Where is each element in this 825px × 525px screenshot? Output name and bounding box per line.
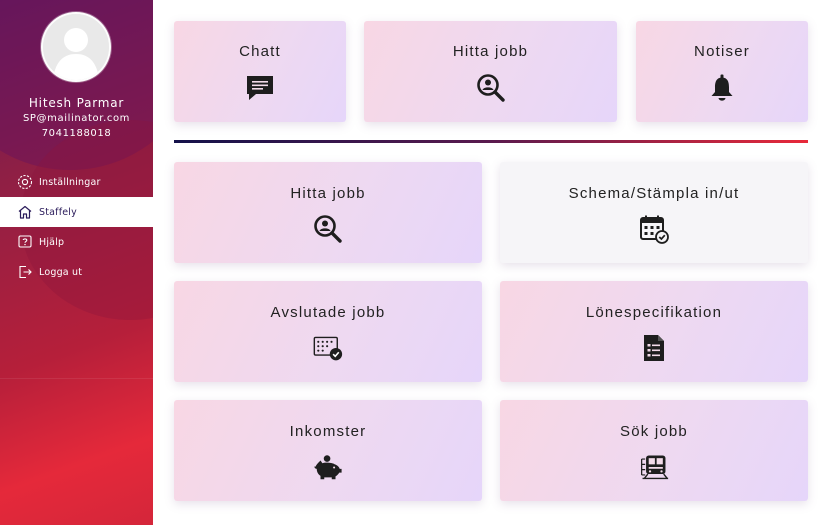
card-label: Hitta jobb <box>452 43 529 60</box>
sidebar-item-settings[interactable]: Inställningar <box>0 167 153 197</box>
section-separator <box>174 140 808 143</box>
home-icon <box>16 204 33 221</box>
help-icon <box>16 234 33 251</box>
card-label: Inkomster <box>289 423 367 440</box>
sidebar-item-help[interactable]: Hjälp <box>0 227 153 257</box>
chat-card[interactable]: Chatt <box>174 21 346 122</box>
calendar-check-icon <box>639 214 669 244</box>
sidebar-item-logout[interactable]: Logga ut <box>0 257 153 287</box>
card-label: Avslutade jobb <box>270 304 386 321</box>
train-icon <box>639 452 669 482</box>
sidebar-item-label: Staffely <box>39 206 77 218</box>
sidebar-divider <box>0 378 153 379</box>
payslip-icon <box>639 333 669 363</box>
chat-icon <box>245 73 275 103</box>
card-label: Chatt <box>239 43 281 60</box>
settings-icon <box>16 174 33 191</box>
completed-jobs-icon <box>313 333 343 363</box>
piggy-bank-icon <box>313 452 343 482</box>
search-job-icon <box>313 214 343 244</box>
earnings-card[interactable]: Inkomster <box>174 400 482 501</box>
notifications-card[interactable]: Notiser <box>636 21 808 122</box>
sidebar-item-label: Hjälp <box>39 236 65 248</box>
search-jobs-card[interactable]: Sök jobb <box>500 400 808 501</box>
user-silhouette-icon <box>43 14 109 80</box>
card-label: Schema/Stämpla in/ut <box>568 185 740 202</box>
find-job-card[interactable]: Hitta jobb <box>174 162 482 263</box>
user-name: Hitesh Parmar <box>28 96 125 110</box>
avatar[interactable] <box>41 12 111 82</box>
card-label: Sök jobb <box>620 423 688 440</box>
payslip-card[interactable]: Lönespecifikation <box>500 281 808 382</box>
completed-jobs-card[interactable]: Avslutade jobb <box>174 281 482 382</box>
bell-icon <box>707 73 737 103</box>
sidebar-item-label: Inställningar <box>39 176 101 188</box>
user-email: SP@mailinator.com <box>22 113 131 124</box>
sidebar: Hitesh Parmar SP@mailinator.com 70411880… <box>0 0 153 525</box>
logout-icon <box>16 264 33 281</box>
user-phone: 7041188018 <box>41 128 112 139</box>
find-job-top-card[interactable]: Hitta jobb <box>364 21 617 122</box>
card-label: Lönespecifikation <box>585 304 723 321</box>
card-label: Notiser <box>694 43 750 60</box>
sidebar-item-staffely[interactable]: Staffely <box>0 197 153 227</box>
search-job-icon <box>476 73 506 103</box>
sidebar-nav: Inställningar Staffely Hjälp Logga ut <box>0 167 153 287</box>
sidebar-item-label: Logga ut <box>39 266 83 278</box>
schedule-clock-card[interactable]: Schema/Stämpla in/ut <box>500 162 808 263</box>
card-label: Hitta jobb <box>290 185 366 202</box>
